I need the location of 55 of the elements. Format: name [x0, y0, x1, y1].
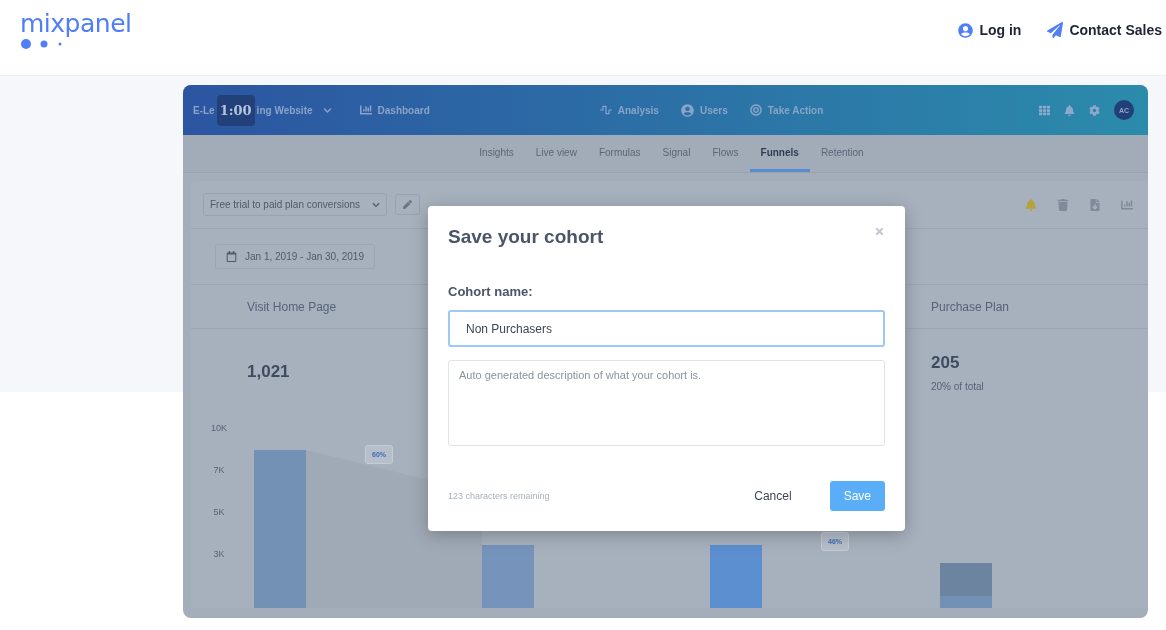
- video-timestamp: 1:00: [216, 94, 255, 126]
- trash-icon[interactable]: [1057, 198, 1069, 211]
- chart-icon: [359, 104, 372, 116]
- nav-link[interactable]: Analysis: [599, 103, 659, 117]
- bell-icon[interactable]: [1025, 198, 1037, 211]
- nav-link[interactable]: Log in: [958, 22, 1022, 38]
- edit-button[interactable]: [395, 194, 421, 215]
- calendar-icon: [226, 251, 237, 262]
- axis-label: 5K: [213, 507, 225, 517]
- user-icon: [958, 22, 974, 38]
- step-count: 205: [931, 352, 960, 373]
- chevron-icon: [322, 105, 332, 115]
- cohort-name-field[interactable]: Non Purchasers: [448, 310, 885, 347]
- project-name[interactable]: ing Website: [256, 104, 313, 116]
- cancel-button[interactable]: Cancel: [740, 481, 806, 511]
- tab[interactable]: Live view: [524, 135, 588, 172]
- dialog-title: Save your cohort: [448, 226, 604, 248]
- tab[interactable]: Flows: [701, 135, 750, 172]
- close-icon[interactable]: [874, 226, 885, 237]
- field-label: Cohort name:: [448, 284, 533, 299]
- dashboard-link[interactable]: Dashboard: [359, 104, 430, 116]
- bell-icon[interactable]: [1064, 104, 1075, 116]
- save-button[interactable]: Save: [829, 481, 885, 511]
- logo[interactable]: mixpanel: [20, 10, 132, 38]
- nav-link[interactable]: Contact Sales: [1047, 22, 1162, 38]
- chart-icon[interactable]: [1121, 198, 1133, 211]
- user-icon: [680, 103, 694, 117]
- wave-icon: [599, 104, 612, 116]
- axis-label: 3K: [213, 549, 225, 559]
- step-name: Purchase Plan: [931, 299, 1010, 314]
- settings-icon[interactable]: [1089, 104, 1100, 116]
- tab[interactable]: Formulas: [587, 135, 652, 172]
- step-count: 1,021: [247, 362, 290, 382]
- target-icon: [749, 104, 762, 116]
- tab[interactable]: Insights: [468, 135, 525, 172]
- description-field[interactable]: Auto generated description of what your cohort is.: [448, 360, 885, 446]
- download-icon[interactable]: [1089, 198, 1101, 211]
- characters-remaining: 123 characters remaining: [448, 491, 550, 501]
- step-name: Visit Home Page: [247, 299, 337, 314]
- step-share: 20% of total: [931, 380, 984, 392]
- pencil-icon: [403, 200, 413, 209]
- tab[interactable]: Signal: [651, 135, 702, 172]
- axis-label: 10K: [211, 423, 227, 433]
- dots-icon: [20, 38, 64, 50]
- nav-link[interactable]: Users: [680, 103, 728, 117]
- date-range-picker[interactable]: Jan 1, 2019 - Jan 30, 2019: [215, 244, 375, 269]
- paper-plane-icon: [1047, 22, 1064, 38]
- axis-label: 7K: [213, 465, 225, 475]
- project-name[interactable]: E-Le: [193, 104, 215, 116]
- grid-icon[interactable]: [1039, 104, 1050, 116]
- report-select[interactable]: Free trial to paid plan conversions: [203, 193, 388, 216]
- tab[interactable]: Funnels: [749, 135, 810, 172]
- chevron-icon: [372, 200, 381, 209]
- nav-link[interactable]: Take Action: [749, 103, 824, 117]
- tab[interactable]: Retention: [809, 135, 875, 172]
